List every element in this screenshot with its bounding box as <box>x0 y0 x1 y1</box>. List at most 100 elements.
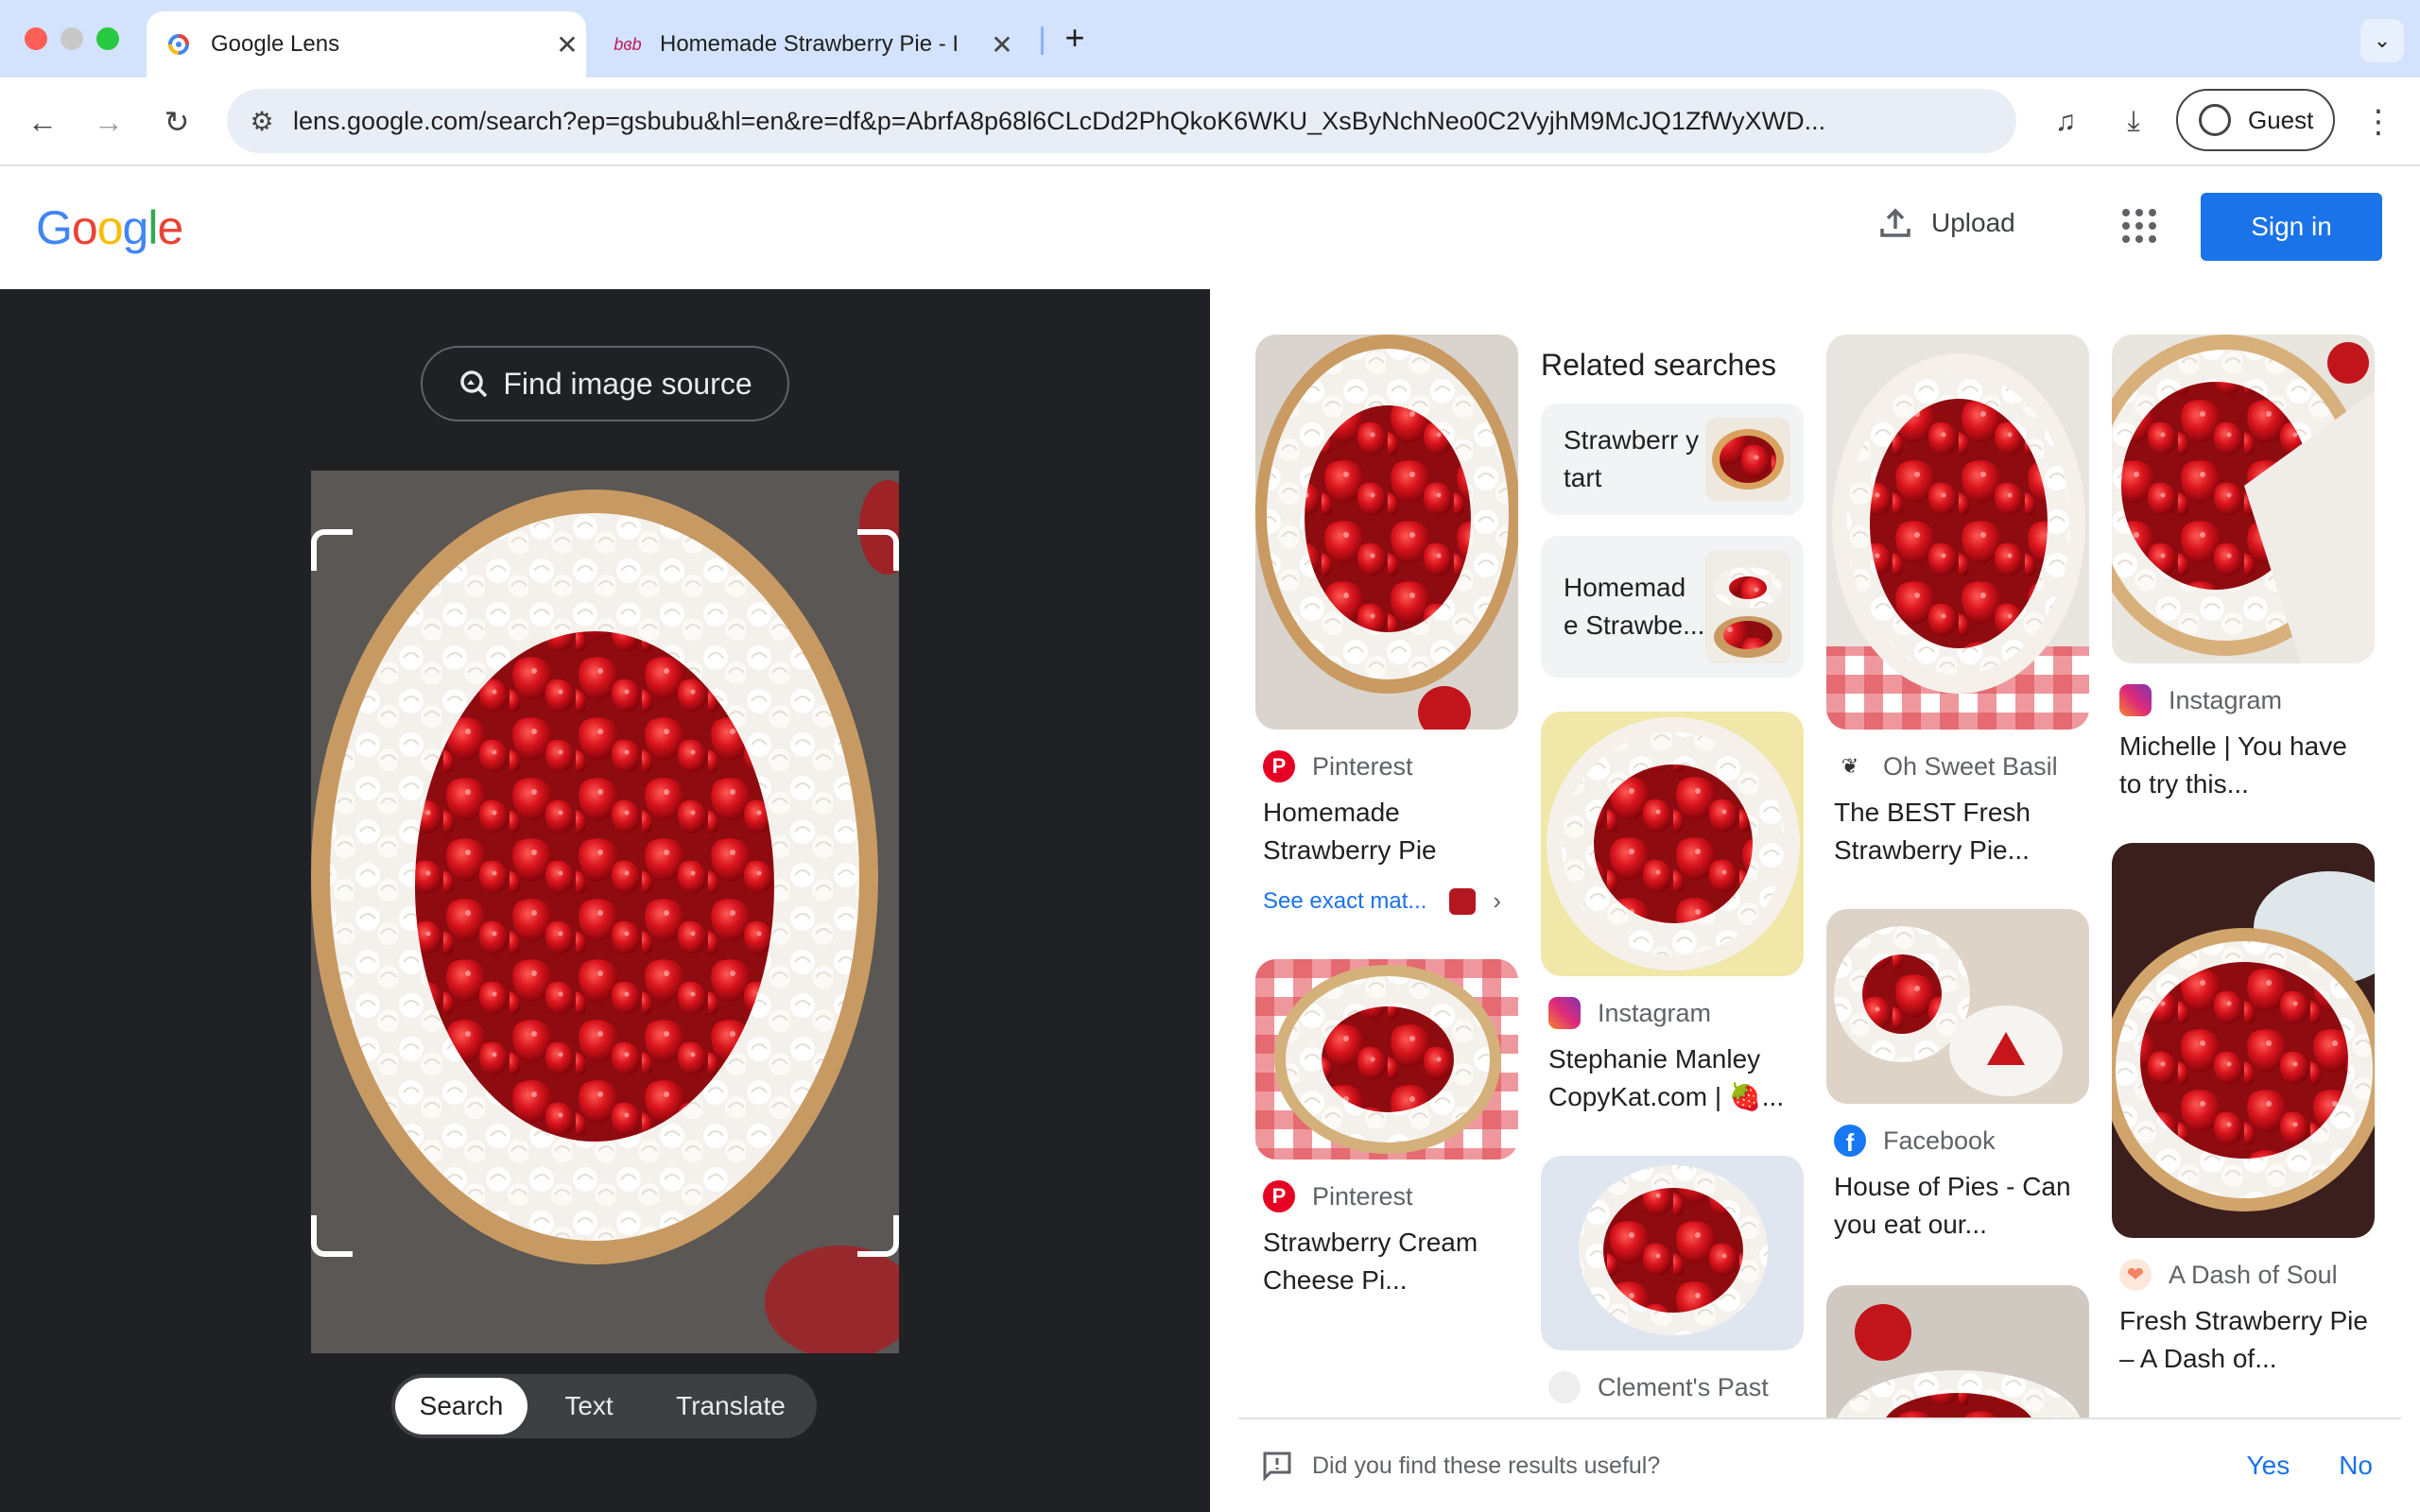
back-button[interactable]: ← <box>19 98 66 146</box>
result-title[interactable]: Homemade Strawberry Pie <box>1263 794 1518 869</box>
image-search-icon <box>460 370 488 398</box>
minimize-window-button[interactable] <box>60 27 83 50</box>
profile-label: Guest <box>2248 105 2314 134</box>
tab-strawberry-pie[interactable]: bɞb Homemade Strawberry Pie - I ✕ <box>596 11 1021 77</box>
forward-button[interactable]: → <box>85 98 132 146</box>
apps-grid-icon[interactable] <box>2122 209 2156 243</box>
results-column-1: P Pinterest Homemade Strawberry Pie See … <box>1255 335 1518 1299</box>
address-bar[interactable]: ⚙ lens.google.com/search?ep=gsbubu&hl=en… <box>227 89 2016 153</box>
result-source[interactable]: ❤ A Dash of Soul <box>2119 1259 2375 1291</box>
result-thumbnail[interactable] <box>1541 712 1804 976</box>
exact-match-label: See exact mat... <box>1263 887 1427 914</box>
source-name: Clement's Past <box>1598 1372 1769 1401</box>
result-thumbnail[interactable] <box>1541 1156 1804 1350</box>
related-search-thumb <box>1705 550 1790 663</box>
site-info-icon[interactable]: ⚙ <box>244 106 280 137</box>
upload-icon <box>1880 208 1910 237</box>
chevron-right-icon: › <box>1493 886 1502 915</box>
upload-button[interactable]: Upload <box>1876 204 2015 242</box>
new-tab-button[interactable]: + <box>1056 19 1094 57</box>
source-name: Instagram <box>1598 998 1712 1027</box>
facebook-icon: f <box>1834 1125 1866 1157</box>
instagram-icon <box>1548 997 1581 1029</box>
results-column-2: Related searches Strawberr y tart Homema… <box>1541 335 1804 1403</box>
result-source[interactable]: Clement's Past <box>1548 1371 1804 1403</box>
download-icon[interactable]: ⤓ <box>2110 98 2157 146</box>
source-name: Pinterest <box>1312 1181 1413 1211</box>
related-search-thumb <box>1705 418 1790 501</box>
tab-search-button[interactable]: ⌄ <box>2360 19 2404 62</box>
google-header: Google Upload Sign in <box>0 166 2420 289</box>
result-title[interactable]: The BEST Fresh Strawberry Pie... <box>1834 794 2089 869</box>
media-controls-icon[interactable]: ♫ <box>2042 98 2089 146</box>
result-source[interactable]: f Facebook <box>1834 1125 2089 1157</box>
source-name: Oh Sweet Basil <box>1883 751 2058 781</box>
feedback-no-button[interactable]: No <box>2339 1451 2373 1481</box>
related-search-label: Homemad e Strawbe... <box>1564 573 1705 640</box>
url-text: lens.google.com/search?ep=gsbubu&hl=en&r… <box>293 106 1826 135</box>
result-thumbnail[interactable] <box>1826 1285 2089 1436</box>
exact-match-thumb <box>1449 887 1477 915</box>
tab-google-lens[interactable]: Google Lens ✕ <box>147 11 586 77</box>
result-source[interactable]: P Pinterest <box>1263 750 1518 782</box>
result-source[interactable]: P Pinterest <box>1263 1180 1518 1212</box>
tab-strip: Google Lens ✕ bɞb Homemade Strawberry Pi… <box>0 0 2420 77</box>
result-thumbnail[interactable] <box>2112 335 2375 663</box>
feedback-question: Did you find these results useful? <box>1312 1452 1661 1479</box>
google-lens-favicon <box>165 31 192 58</box>
google-logo[interactable]: Google <box>36 200 183 255</box>
oh-sweet-basil-icon: ❦ <box>1834 750 1866 782</box>
reload-button[interactable]: ↻ <box>153 98 200 146</box>
menu-icon[interactable]: ⋮ <box>2360 98 2397 146</box>
result-source[interactable]: Instagram <box>2119 684 2375 716</box>
result-source[interactable]: ❦ Oh Sweet Basil <box>1834 750 2089 782</box>
source-name: Instagram <box>2169 685 2283 714</box>
feedback-yes-button[interactable]: Yes <box>2247 1451 2290 1481</box>
a-dash-of-soul-icon: ❤ <box>2119 1259 2152 1291</box>
pinterest-icon: P <box>1263 750 1295 782</box>
source-name: A Dash of Soul <box>2169 1260 2338 1289</box>
result-source[interactable]: Instagram <box>1548 997 1804 1029</box>
see-exact-matches-link[interactable]: See exact mat... › <box>1263 886 1518 916</box>
crop-handle-bottom-left[interactable] <box>311 1215 353 1257</box>
mode-search-button[interactable]: Search <box>395 1378 527 1435</box>
close-icon[interactable]: ✕ <box>548 29 586 60</box>
related-search-chip[interactable]: Homemad e Strawbe... <box>1541 536 1804 678</box>
mode-translate-button[interactable]: Translate <box>650 1378 811 1435</box>
feedback-icon <box>1263 1452 1291 1482</box>
result-title[interactable]: Fresh Strawberry Pie – A Dash of... <box>2119 1302 2375 1378</box>
result-title[interactable]: House of Pies - Can you eat our... <box>1834 1168 2089 1244</box>
clements-icon <box>1548 1371 1581 1403</box>
close-icon[interactable]: ✕ <box>983 29 1021 60</box>
result-title[interactable]: Michelle | You have to try this... <box>2119 728 2375 803</box>
result-thumbnail[interactable] <box>1826 909 2089 1104</box>
find-image-source-label: Find image source <box>503 366 752 401</box>
mode-text-button[interactable]: Text <box>527 1378 650 1435</box>
instagram-icon <box>2119 684 2152 716</box>
crop-handle-top-right[interactable] <box>857 529 899 571</box>
result-thumbnail[interactable] <box>2112 843 2375 1238</box>
crop-handle-top-left[interactable] <box>311 529 353 571</box>
pie-photo <box>311 471 899 1353</box>
site-favicon: bɞb <box>614 34 642 54</box>
profile-button[interactable]: Guest <box>2176 89 2335 151</box>
sign-in-button[interactable]: Sign in <box>2201 193 2382 261</box>
result-thumbnail[interactable] <box>1255 959 1518 1160</box>
result-thumbnail[interactable] <box>1255 335 1518 730</box>
zoom-window-button[interactable] <box>96 27 119 50</box>
tab-title: Google Lens <box>211 31 340 57</box>
crop-handle-bottom-right[interactable] <box>857 1215 899 1257</box>
feedback-bar: Did you find these results useful? Yes N… <box>1238 1418 2401 1512</box>
related-searches-heading: Related searches <box>1541 348 1777 382</box>
result-title[interactable]: Stephanie Manley CopyKat.com | 🍓... <box>1548 1040 1804 1116</box>
lens-mode-selector: Search Text Translate <box>391 1374 817 1438</box>
upload-label: Upload <box>1931 208 2015 237</box>
uploaded-image[interactable] <box>311 471 899 1353</box>
related-search-chip[interactable]: Strawberr y tart <box>1541 404 1804 515</box>
close-window-button[interactable] <box>25 27 47 50</box>
result-thumbnail[interactable] <box>1826 335 2089 730</box>
tab-title: Homemade Strawberry Pie - I <box>660 31 959 57</box>
source-name: Facebook <box>1883 1125 1996 1155</box>
result-title[interactable]: Strawberry Cream Cheese Pi... <box>1263 1224 1518 1299</box>
find-image-source-button[interactable]: Find image source <box>421 346 789 421</box>
